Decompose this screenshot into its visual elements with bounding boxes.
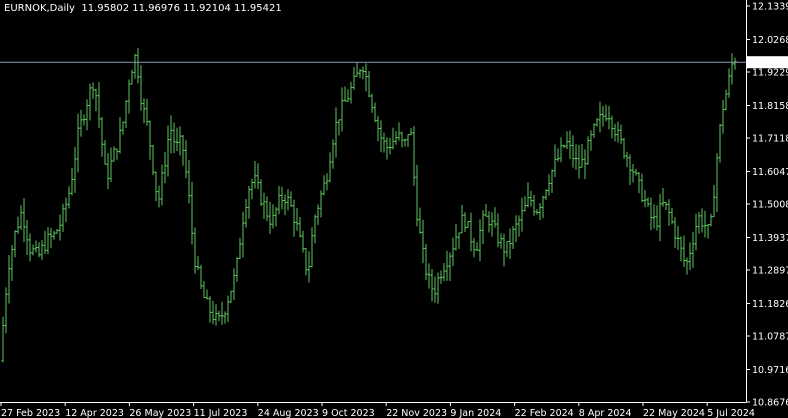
- price-tag-label: 11.95421: [750, 58, 788, 69]
- y-tick-label: 10.97160: [752, 365, 788, 376]
- y-tick: 11.18265: [746, 299, 788, 310]
- y-tick-label: 11.28975: [752, 266, 788, 277]
- x-tick-label: 8 Apr 2024: [579, 408, 632, 418]
- symbol-name: EURNOK,Daily: [4, 3, 75, 14]
- x-tick-label: 22 Feb 2024: [515, 408, 574, 418]
- y-tick: 12.02685: [746, 35, 788, 46]
- y-tick-label: 11.60475: [752, 167, 788, 178]
- y-tick: 12.13395: [746, 2, 788, 13]
- ohlc-values: 11.95802 11.96976 11.92104 11.95421: [81, 3, 282, 14]
- y-tick-label: 12.13395: [752, 2, 788, 13]
- y-tick-label: 11.39370: [752, 233, 788, 244]
- y-tick: 11.71185: [746, 134, 788, 145]
- x-tick-label: 26 May 2023: [129, 408, 191, 418]
- x-tick-label: 9 Jan 2024: [450, 408, 501, 418]
- y-tick: 10.86765: [746, 398, 788, 409]
- y-tick: 11.28975: [746, 266, 788, 277]
- y-tick-label: 12.02685: [752, 35, 788, 46]
- y-tick: 11.07870: [746, 332, 788, 343]
- x-tick-label: 9 Oct 2023: [322, 408, 375, 418]
- y-tick: 11.39370: [746, 233, 788, 244]
- y-tick-label: 11.07870: [752, 332, 788, 343]
- last-price-tag: 11.95421: [747, 56, 788, 69]
- y-tick-label: 11.81580: [752, 101, 788, 112]
- x-tick-label: 12 Apr 2023: [65, 408, 124, 418]
- chart-container: 12.13395 12.02685 11.92290 11.81580 11.71185…: [0, 0, 788, 418]
- y-tick-label: 10.86765: [752, 398, 788, 409]
- y-tick-label: 11.92290: [752, 68, 788, 79]
- x-tick-label: 24 Aug 2023: [258, 408, 319, 418]
- x-tick-label: 22 May 2024: [643, 408, 705, 418]
- y-tick: 11.81580: [746, 101, 788, 112]
- x-tick-label: 27 Feb 2023: [1, 408, 60, 418]
- x-tick-label: 22 Nov 2023: [386, 408, 447, 418]
- y-tick-label: 11.18265: [752, 299, 788, 310]
- x-tick-label: 11 Jul 2023: [194, 408, 248, 418]
- y-tick: 11.50080: [746, 200, 788, 211]
- price-chart: 12.13395 12.02685 11.92290 11.81580 11.71185…: [0, 0, 788, 418]
- y-tick: 10.97160: [746, 365, 788, 376]
- x-tick-label: 5 Jul 2024: [707, 408, 755, 418]
- y-tick: 11.92290: [746, 68, 788, 79]
- y-tick: 11.60475: [746, 167, 788, 178]
- y-tick-label: 11.50080: [752, 200, 788, 211]
- y-tick-label: 11.71185: [752, 134, 788, 145]
- symbol-header: EURNOK,Daily 11.95802 11.96976 11.92104 …: [4, 3, 282, 14]
